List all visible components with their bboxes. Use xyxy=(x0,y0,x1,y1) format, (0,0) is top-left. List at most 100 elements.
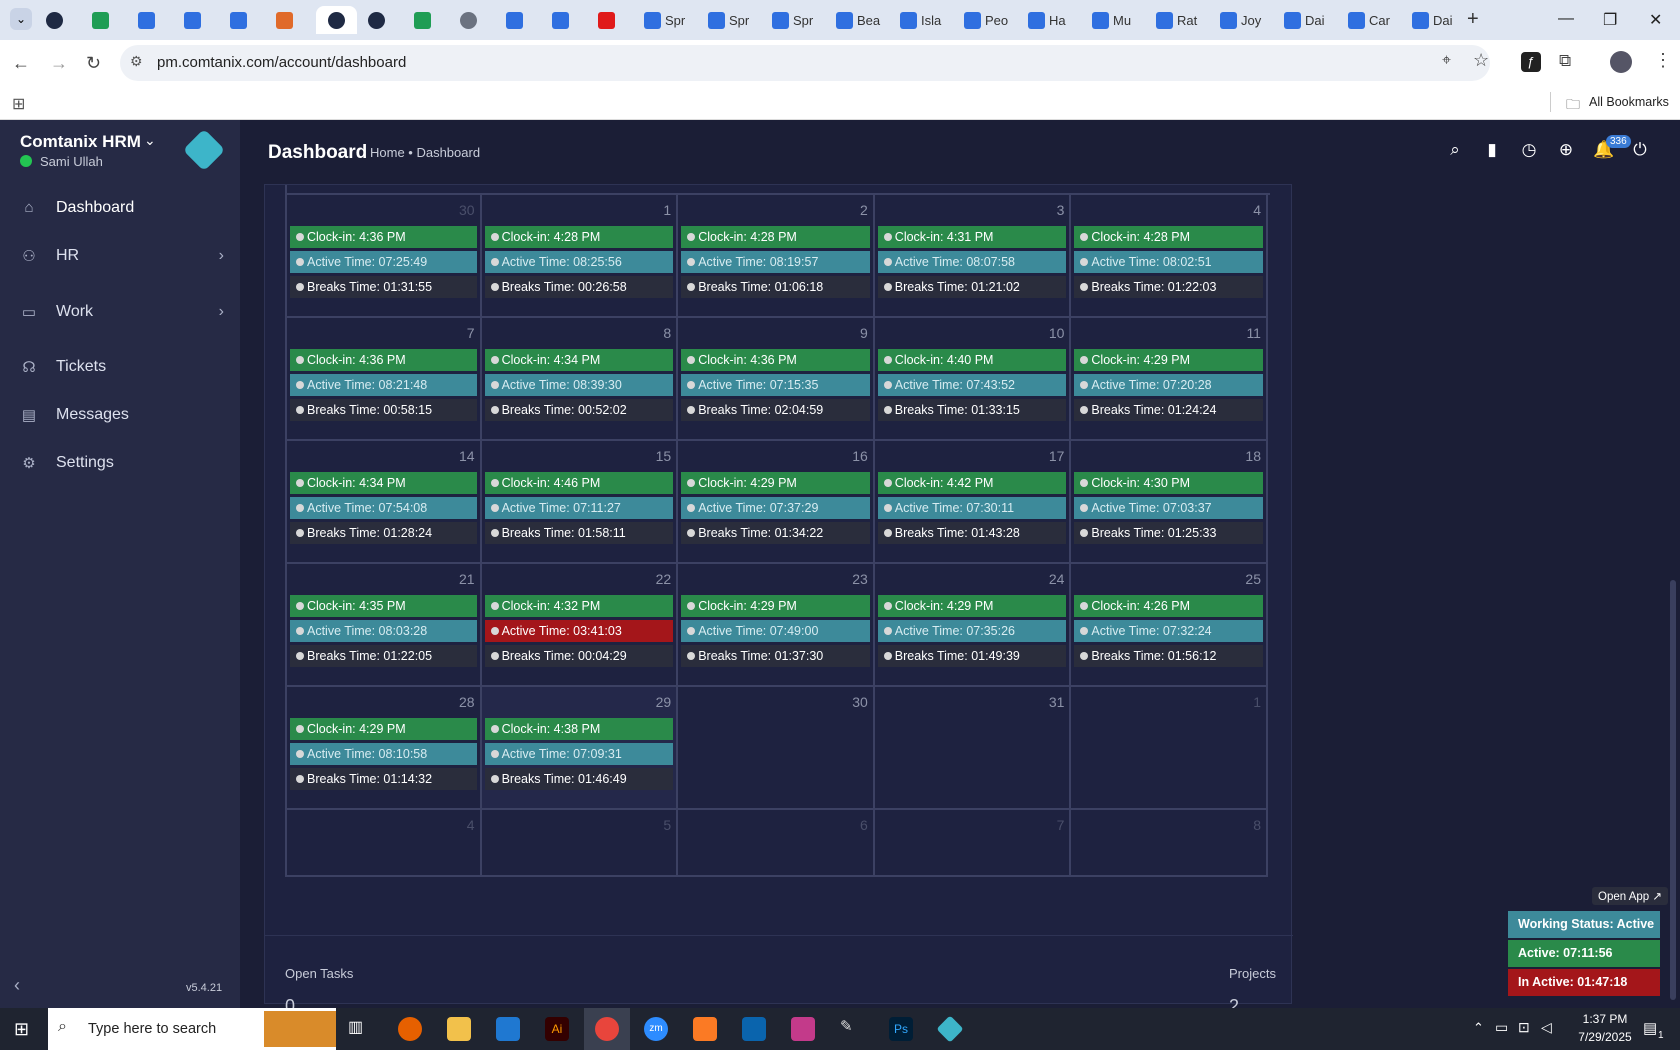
browser-tab[interactable]: Rat xyxy=(1156,6,1197,34)
calendar-day-cell[interactable]: 25 Clock-in: 4:26 PM Active Time: 07:32:24… xyxy=(1071,564,1268,687)
browser-tab[interactable]: Ha xyxy=(1028,6,1066,34)
clock-date[interactable]: 7/29/2025 xyxy=(1572,1030,1638,1044)
calendar-day-cell[interactable]: 16 Clock-in: 4:29 PM Active Time: 07:37:29… xyxy=(678,441,875,564)
breaks-time-event[interactable]: Breaks Time: 00:26:58 xyxy=(484,276,674,298)
clock-in-event[interactable]: Clock-in: 4:35 PM xyxy=(290,595,477,617)
calendar-day-cell[interactable]: 23 Clock-in: 4:29 PM Active Time: 07:49:00… xyxy=(678,564,875,687)
sidebar-item-hr[interactable]: ⚇ HR › xyxy=(0,236,240,276)
clock-in-event[interactable]: Clock-in: 4:34 PM xyxy=(290,472,477,494)
calendar-day-cell[interactable]: 7 xyxy=(874,810,1072,877)
file-explorer-icon[interactable] xyxy=(447,1017,471,1041)
clock-in-event[interactable]: Clock-in: 4:29 PM xyxy=(681,472,870,494)
breaks-time-event[interactable]: Breaks Time: 01:31:55 xyxy=(290,276,477,298)
clock-in-event[interactable]: Clock-in: 4:36 PM xyxy=(290,349,477,371)
xampp-icon[interactable] xyxy=(693,1017,717,1041)
volume-icon[interactable]: ◁ xyxy=(1541,1019,1552,1036)
brand-name[interactable]: Comtanix HRM xyxy=(20,132,141,152)
calendar-day-cell[interactable]: 22 Clock-in: 4:32 PM Active Time: 03:41:03… xyxy=(481,564,679,687)
clock-in-event[interactable]: Clock-in: 4:29 PM xyxy=(1074,349,1263,371)
browser-tab[interactable] xyxy=(230,6,247,34)
active-time-event[interactable]: Active Time: 07:35:26 xyxy=(877,620,1067,642)
pen-tool-icon[interactable]: ✎ xyxy=(840,1017,864,1041)
restore-icon[interactable]: ❐ xyxy=(1603,10,1617,30)
calendar-day-cell[interactable]: 14 Clock-in: 4:34 PM Active Time: 07:54:08… xyxy=(285,441,482,564)
active-time-event[interactable]: Active Time: 08:25:56 xyxy=(484,251,674,273)
clock-in-event[interactable]: Clock-in: 4:29 PM xyxy=(681,595,870,617)
creative-cloud-icon[interactable] xyxy=(791,1017,815,1041)
clock-in-event[interactable]: Clock-in: 4:29 PM xyxy=(290,718,477,740)
active-time-event[interactable]: Active Time: 07:20:28 xyxy=(1074,374,1263,396)
browser-tab[interactable]: Isla xyxy=(900,6,941,34)
outlook-icon[interactable] xyxy=(742,1017,766,1041)
breaks-time-event[interactable]: Breaks Time: 01:24:24 xyxy=(1074,399,1263,421)
breaks-time-event[interactable]: Breaks Time: 01:56:12 xyxy=(1074,645,1263,667)
windows-start-icon[interactable]: ⊞ xyxy=(14,1019,29,1040)
browser-tab[interactable] xyxy=(506,6,523,34)
browser-tab[interactable] xyxy=(316,6,357,34)
active-time-button[interactable]: Active: 07:11:56 xyxy=(1508,940,1660,967)
active-time-event[interactable]: Active Time: 07:49:00 xyxy=(681,620,870,642)
browser-tab[interactable]: Car xyxy=(1348,6,1390,34)
breaks-time-event[interactable]: Breaks Time: 01:58:11 xyxy=(484,522,674,544)
browser-tab[interactable] xyxy=(368,6,385,34)
breaks-time-event[interactable]: Breaks Time: 01:14:32 xyxy=(290,768,477,790)
browser-tab[interactable]: Bea xyxy=(836,6,880,34)
sidebar-item-dashboard[interactable]: ⌂ Dashboard xyxy=(0,188,240,228)
clock-time[interactable]: 1:37 PM xyxy=(1572,1012,1638,1026)
calendar-day-cell[interactable]: 10 Clock-in: 4:40 PM Active Time: 07:43:52… xyxy=(874,318,1072,441)
close-window-icon[interactable]: ✕ xyxy=(1649,10,1662,30)
clock-icon[interactable]: ◷ xyxy=(1519,140,1539,160)
calendar-day-cell[interactable]: 4 Clock-in: 4:28 PM Active Time: 08:02:51 B… xyxy=(1071,195,1268,318)
comtanix-app-icon[interactable] xyxy=(936,1015,964,1043)
breaks-time-event[interactable]: Breaks Time: 00:52:02 xyxy=(484,399,674,421)
calendar-day-cell[interactable]: 3 Clock-in: 4:31 PM Active Time: 08:07:58 B… xyxy=(874,195,1072,318)
breaks-time-event[interactable]: Breaks Time: 01:22:05 xyxy=(290,645,477,667)
calendar-day-cell[interactable]: 5 xyxy=(481,810,679,877)
back-icon[interactable]: ← xyxy=(12,53,30,74)
browser-tab[interactable] xyxy=(598,6,615,34)
extension-icon[interactable]: ƒ xyxy=(1521,52,1541,72)
clock-in-event[interactable]: Clock-in: 4:40 PM xyxy=(877,349,1067,371)
action-center-icon[interactable]: ▤ xyxy=(1643,1019,1657,1037)
active-time-event[interactable]: Active Time: 07:11:27 xyxy=(484,497,674,519)
active-time-event[interactable]: Active Time: 03:41:03 xyxy=(484,620,674,642)
calendar-day-cell[interactable]: 18 Clock-in: 4:30 PM Active Time: 07:03:37… xyxy=(1071,441,1268,564)
tray-display-icon[interactable]: ▭ xyxy=(1495,1019,1508,1036)
breaks-time-event[interactable]: Breaks Time: 01:33:15 xyxy=(877,399,1067,421)
breaks-time-event[interactable]: Breaks Time: 01:06:18 xyxy=(681,276,870,298)
clock-in-event[interactable]: Clock-in: 4:28 PM xyxy=(681,226,870,248)
calendar-day-cell[interactable]: 2 Clock-in: 4:28 PM Active Time: 08:19:57 B… xyxy=(678,195,875,318)
active-time-event[interactable]: Active Time: 08:19:57 xyxy=(681,251,870,273)
breaks-time-event[interactable]: Breaks Time: 01:28:24 xyxy=(290,522,477,544)
brand-dropdown-icon[interactable]: ⌄ xyxy=(144,132,156,149)
power-icon[interactable]: ⏻ xyxy=(1630,140,1650,160)
active-time-event[interactable]: Active Time: 08:39:30 xyxy=(484,374,674,396)
clock-in-event[interactable]: Clock-in: 4:36 PM xyxy=(290,226,477,248)
breaks-time-event[interactable]: Breaks Time: 01:21:02 xyxy=(877,276,1067,298)
calendar-day-cell[interactable]: 8 Clock-in: 4:34 PM Active Time: 08:39:30 B… xyxy=(481,318,679,441)
clock-in-event[interactable]: Clock-in: 4:34 PM xyxy=(484,349,674,371)
inactive-time-button[interactable]: In Active: 01:47:18 xyxy=(1508,969,1660,996)
all-bookmarks-link[interactable]: All Bookmarks xyxy=(1589,95,1669,109)
sidebar-item-tickets[interactable]: ☊ Tickets xyxy=(0,347,240,387)
breaks-time-event[interactable]: Breaks Time: 01:25:33 xyxy=(1074,522,1263,544)
calendar-day-cell[interactable]: 31 xyxy=(874,687,1072,810)
breaks-time-event[interactable]: Breaks Time: 01:22:03 xyxy=(1074,276,1263,298)
taskbar-search[interactable]: ⌕ Type here to search xyxy=(48,1008,336,1050)
breaks-time-event[interactable]: Breaks Time: 02:04:59 xyxy=(681,399,870,421)
browser-tab[interactable]: Dai xyxy=(1284,6,1325,34)
active-time-event[interactable]: Active Time: 08:21:48 xyxy=(290,374,477,396)
active-time-event[interactable]: Active Time: 08:02:51 xyxy=(1074,251,1263,273)
collapse-sidebar-icon[interactable]: ‹ xyxy=(14,975,20,996)
add-circle-icon[interactable]: ⊕ xyxy=(1556,140,1576,160)
site-info-icon[interactable]: ⚙ xyxy=(130,53,143,70)
profile-avatar[interactable] xyxy=(1610,51,1632,73)
active-time-event[interactable]: Active Time: 07:32:24 xyxy=(1074,620,1263,642)
browser-tab[interactable] xyxy=(460,6,477,34)
calendar-day-cell[interactable]: 28 Clock-in: 4:29 PM Active Time: 08:10:58… xyxy=(285,687,482,810)
browser-tab[interactable]: Joy xyxy=(1220,6,1261,34)
calendar-day-cell[interactable]: 29 Clock-in: 4:38 PM Active Time: 07:09:31… xyxy=(481,687,679,810)
calendar-day-cell[interactable]: 11 Clock-in: 4:29 PM Active Time: 07:20:28… xyxy=(1071,318,1268,441)
browser-tab[interactable] xyxy=(184,6,201,34)
active-time-event[interactable]: Active Time: 08:10:58 xyxy=(290,743,477,765)
